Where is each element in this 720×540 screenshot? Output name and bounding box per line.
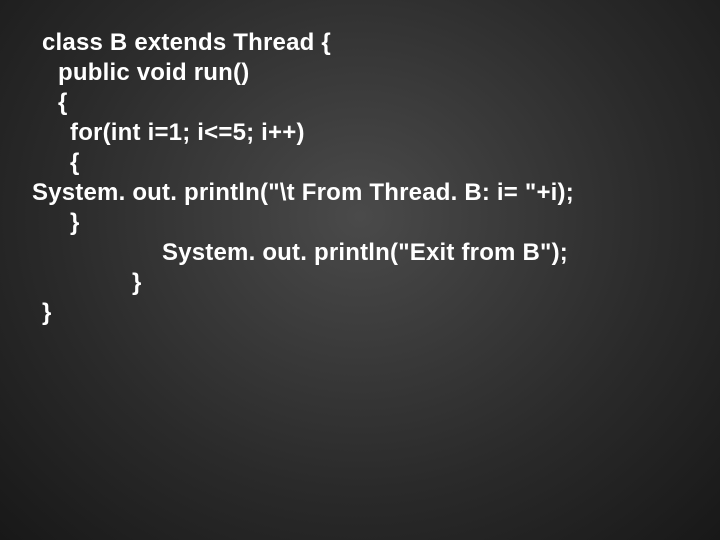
code-line-7: } [42,208,690,238]
code-line-4: for(int i=1; i<=5; i++) [42,118,690,148]
code-line-1: class B extends Thread { [42,28,690,58]
code-line-5: { [42,148,690,178]
code-line-10: } [42,298,690,328]
code-line-6: System. out. println("\t From Thread. B:… [32,178,690,208]
code-line-3: { [42,88,690,118]
code-line-2: public void run() [42,58,690,88]
code-line-9: } [42,268,690,298]
code-line-8: System. out. println("Exit from B"); [42,238,690,268]
code-slide: class B extends Thread { public void run… [0,0,720,540]
